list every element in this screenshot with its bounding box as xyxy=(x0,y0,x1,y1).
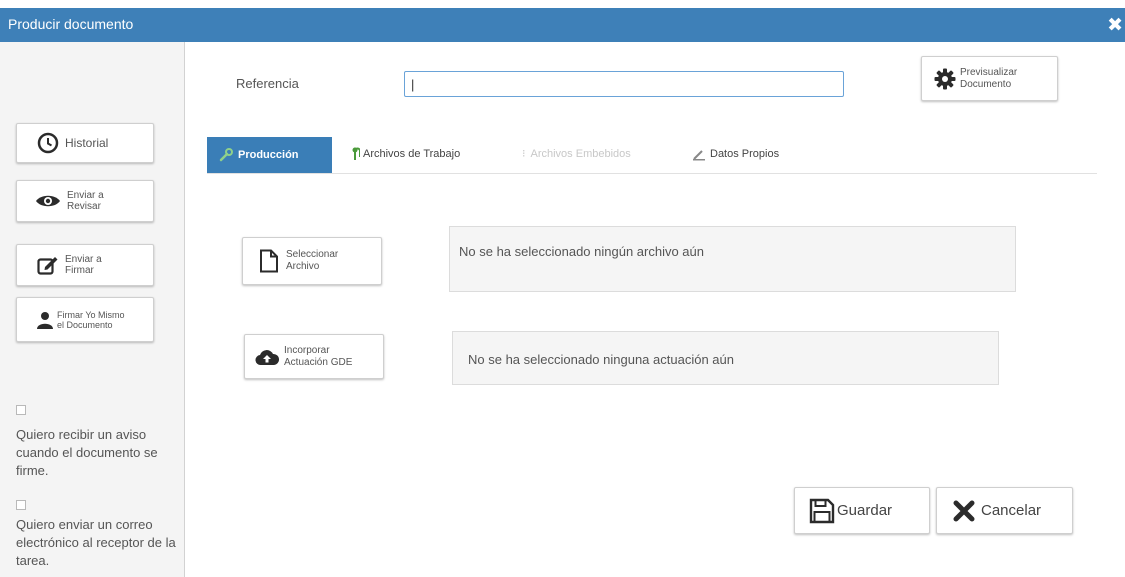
enviar-revisar-label-1: Enviar a xyxy=(67,190,104,201)
seleccionar-label-1: Seleccionar xyxy=(286,249,339,260)
previsualizar-label-1: Previsualizar xyxy=(960,66,1018,78)
window-title: Producir documento xyxy=(8,16,134,32)
firmar-yo-label-2: el Documento xyxy=(57,319,113,330)
enviar-firmar-label-2: Firmar xyxy=(65,265,94,276)
incorporar-label-2: Actuación GDE xyxy=(284,356,353,368)
paperclip-icon xyxy=(350,147,360,161)
seleccionar-label-2: Archivo xyxy=(286,261,320,272)
clock-icon xyxy=(37,132,59,154)
historial-button[interactable]: Historial xyxy=(16,123,154,163)
incorporar-label-1: Incorporar xyxy=(284,344,330,356)
aviso-checkbox[interactable] xyxy=(16,405,26,415)
cross-icon xyxy=(953,500,975,522)
archivo-status-box: No se ha seleccionado ningún archivo aún xyxy=(449,226,1016,292)
file-icon xyxy=(259,249,279,273)
previsualizar-button[interactable]: Previsualizar Documento xyxy=(921,56,1058,101)
tab-produccion[interactable]: Producción xyxy=(207,137,332,173)
archivo-status-text: No se ha seleccionado ningún archivo aún xyxy=(459,244,705,259)
previsualizar-label-2: Documento xyxy=(960,78,1012,90)
firmar-yo-label-1: Firmar Yo Mismo xyxy=(57,309,125,320)
correo-text: Quiero enviar un correo electrónico al r… xyxy=(16,517,176,568)
gear-icon xyxy=(934,68,956,90)
floppy-disk-icon xyxy=(809,498,835,524)
cancelar-button[interactable]: Cancelar xyxy=(936,487,1073,534)
edit-icon xyxy=(692,147,706,161)
seleccionar-archivo-button[interactable]: Seleccionar Archivo xyxy=(242,237,382,285)
cancelar-label: Cancelar xyxy=(981,502,1042,519)
tab-archivos-trabajo[interactable]: Archivos de Trabajo xyxy=(350,147,460,161)
enviar-firmar-label-1: Enviar a xyxy=(65,254,102,265)
tab-produccion-label: Producción xyxy=(238,149,299,161)
tab-datos-propios-label: Datos Propios xyxy=(710,148,780,160)
tab-archivos-embebidos-label: Archivos Embebidos xyxy=(530,147,631,160)
actuacion-status-text: No se ha seleccionado ninguna actuación … xyxy=(468,352,734,367)
enviar-revisar-label-2: Revisar xyxy=(67,201,101,212)
incorporar-actuacion-button[interactable]: Incorporar Actuación GDE xyxy=(244,334,384,379)
tab-archivos-embebidos: ⁝ Archivos Embebidos xyxy=(522,147,631,161)
referencia-input[interactable] xyxy=(404,71,844,97)
enviar-firmar-button[interactable]: Enviar a Firmar xyxy=(16,244,154,286)
eye-icon xyxy=(35,193,61,209)
window-titlebar: Producir documento ✖ xyxy=(0,8,1125,42)
pencil-square-icon xyxy=(37,255,59,275)
tabs-divider xyxy=(207,173,1097,174)
user-icon xyxy=(37,311,53,329)
cloud-upload-icon xyxy=(255,348,279,366)
enviar-revisar-button[interactable]: Enviar a Revisar xyxy=(16,180,154,222)
actuacion-status-box: No se ha seleccionado ninguna actuación … xyxy=(452,331,999,385)
tab-datos-propios[interactable]: Datos Propios xyxy=(692,147,779,161)
guardar-label: Guardar xyxy=(837,502,893,519)
correo-checkbox[interactable] xyxy=(16,500,26,510)
close-icon[interactable]: ✖ xyxy=(1107,14,1123,37)
guardar-button[interactable]: Guardar xyxy=(794,487,930,534)
tab-archivos-trabajo-label: Archivos de Trabajo xyxy=(363,148,461,160)
attachment-icon: ⁝ xyxy=(522,148,526,160)
historial-label: Historial xyxy=(65,136,109,150)
referencia-label: Referencia xyxy=(236,76,299,91)
aviso-text: Quiero recibir un aviso cuando el docume… xyxy=(16,427,158,478)
wrench-icon xyxy=(219,148,233,162)
firmar-yo-mismo-button[interactable]: Firmar Yo Mismo el Documento xyxy=(16,297,154,342)
